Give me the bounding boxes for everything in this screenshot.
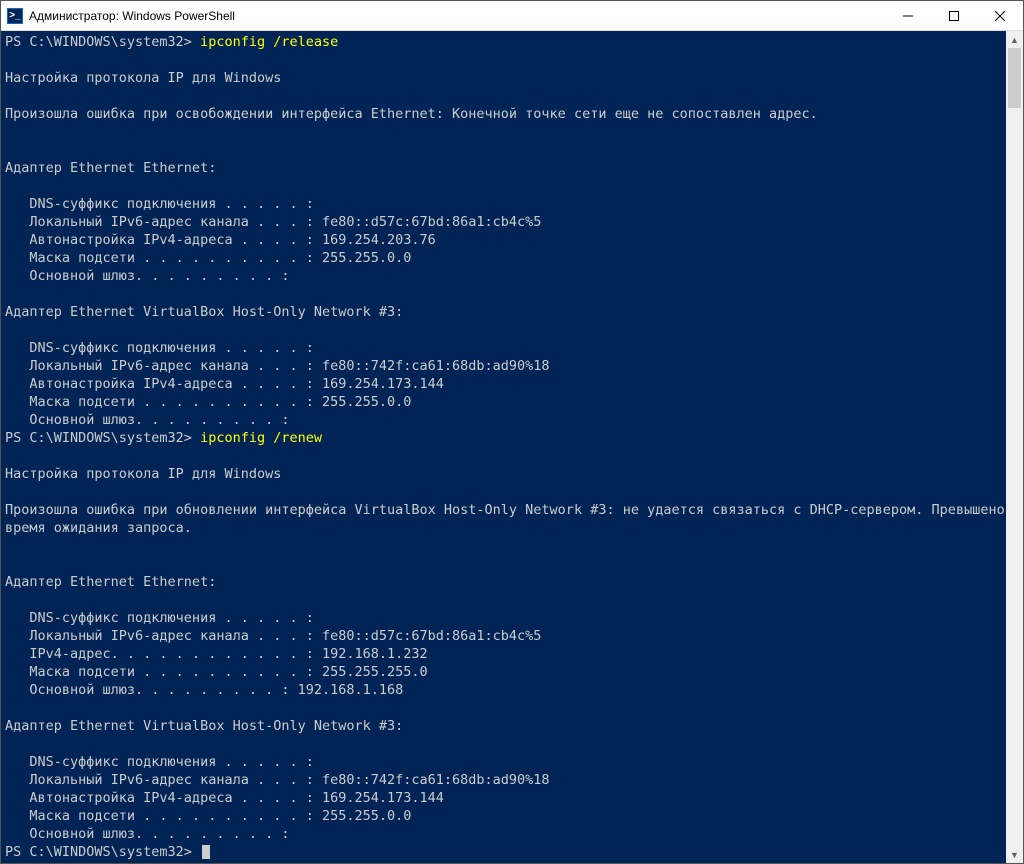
titlebar[interactable]: >_ Администратор: Windows PowerShell <box>1 1 1023 31</box>
vbox2-dns-suffix: DNS-суффикс подключения . . . . . : <box>5 754 314 770</box>
command-renew: ipconfig /renew <box>200 430 322 446</box>
ipconfig-header-2: Настройка протокола IP для Windows <box>5 466 281 482</box>
eth2-ipv4-addr: IPv4-адрес. . . . . . . . . . . . : 192.… <box>5 646 428 662</box>
eth-ipv6-local: Локальный IPv6-адрес канала . . . : fe80… <box>5 214 541 230</box>
cursor <box>202 845 210 859</box>
eth2-subnet-mask: Маска подсети . . . . . . . . . . : 255.… <box>5 664 428 680</box>
terminal-output[interactable]: PS C:\WINDOWS\system32> ipconfig /releas… <box>1 31 1006 863</box>
vbox-gateway: Основной шлюз. . . . . . . . . : <box>5 412 289 428</box>
adapter-eth-header: Адаптер Ethernet Ethernet: <box>5 160 216 176</box>
scrollbar[interactable]: ▲ ▼ <box>1006 31 1023 863</box>
vbox-dns-suffix: DNS-суффикс подключения . . . . . : <box>5 340 314 356</box>
powershell-window: >_ Администратор: Windows PowerShell PS … <box>0 0 1024 864</box>
eth-subnet-mask: Маска подсети . . . . . . . . . . : 255.… <box>5 250 411 266</box>
vbox2-gateway: Основной шлюз. . . . . . . . . : <box>5 826 289 842</box>
vbox-subnet-mask: Маска подсети . . . . . . . . . . : 255.… <box>5 394 411 410</box>
close-button[interactable] <box>977 1 1023 30</box>
vbox2-ipv6-local: Локальный IPv6-адрес канала . . . : fe80… <box>5 772 550 788</box>
eth-ipv4-auto: Автонастройка IPv4-адреса . . . . : 169.… <box>5 232 436 248</box>
vbox-ipv4-auto: Автонастройка IPv4-адреса . . . . : 169.… <box>5 376 444 392</box>
vbox2-ipv4-auto: Автонастройка IPv4-адреса . . . . : 169.… <box>5 790 444 806</box>
adapter-eth-header-2: Адаптер Ethernet Ethernet: <box>5 574 216 590</box>
terminal-area: PS C:\WINDOWS\system32> ipconfig /releas… <box>1 31 1023 863</box>
eth2-gateway: Основной шлюз. . . . . . . . . : 192.168… <box>5 682 403 698</box>
vbox2-subnet-mask: Маска подсети . . . . . . . . . . : 255.… <box>5 808 411 824</box>
eth-gateway: Основной шлюз. . . . . . . . . : <box>5 268 289 284</box>
minimize-button[interactable] <box>885 1 931 30</box>
prompt-text-3: PS C:\WINDOWS\system32> <box>5 844 192 860</box>
window-controls <box>885 1 1023 30</box>
adapter-vbox-header-2: Адаптер Ethernet VirtualBox Host-Only Ne… <box>5 718 403 734</box>
scroll-up-button[interactable]: ▲ <box>1006 31 1023 48</box>
renew-error: Произошла ошибка при обновлении интерфей… <box>5 502 1005 536</box>
scroll-down-button[interactable]: ▼ <box>1006 846 1023 863</box>
adapter-vbox-header: Адаптер Ethernet VirtualBox Host-Only Ne… <box>5 304 403 320</box>
scroll-thumb[interactable] <box>1008 48 1021 108</box>
ipconfig-header: Настройка протокола IP для Windows <box>5 70 281 86</box>
window-title: Администратор: Windows PowerShell <box>29 9 885 23</box>
maximize-button[interactable] <box>931 1 977 30</box>
release-error: Произошла ошибка при освобождении интерф… <box>5 106 818 122</box>
eth-dns-suffix: DNS-суффикс подключения . . . . . : <box>5 196 314 212</box>
command-release: ipconfig /release <box>200 34 338 50</box>
prompt-text: PS C:\WINDOWS\system32> <box>5 34 192 50</box>
prompt-text-2: PS C:\WINDOWS\system32> <box>5 430 192 446</box>
scroll-track[interactable] <box>1006 48 1023 846</box>
vbox-ipv6-local: Локальный IPv6-адрес канала . . . : fe80… <box>5 358 550 374</box>
eth2-dns-suffix: DNS-суффикс подключения . . . . . : <box>5 610 314 626</box>
powershell-icon: >_ <box>7 8 23 24</box>
eth2-ipv6-local: Локальный IPv6-адрес канала . . . : fe80… <box>5 628 541 644</box>
